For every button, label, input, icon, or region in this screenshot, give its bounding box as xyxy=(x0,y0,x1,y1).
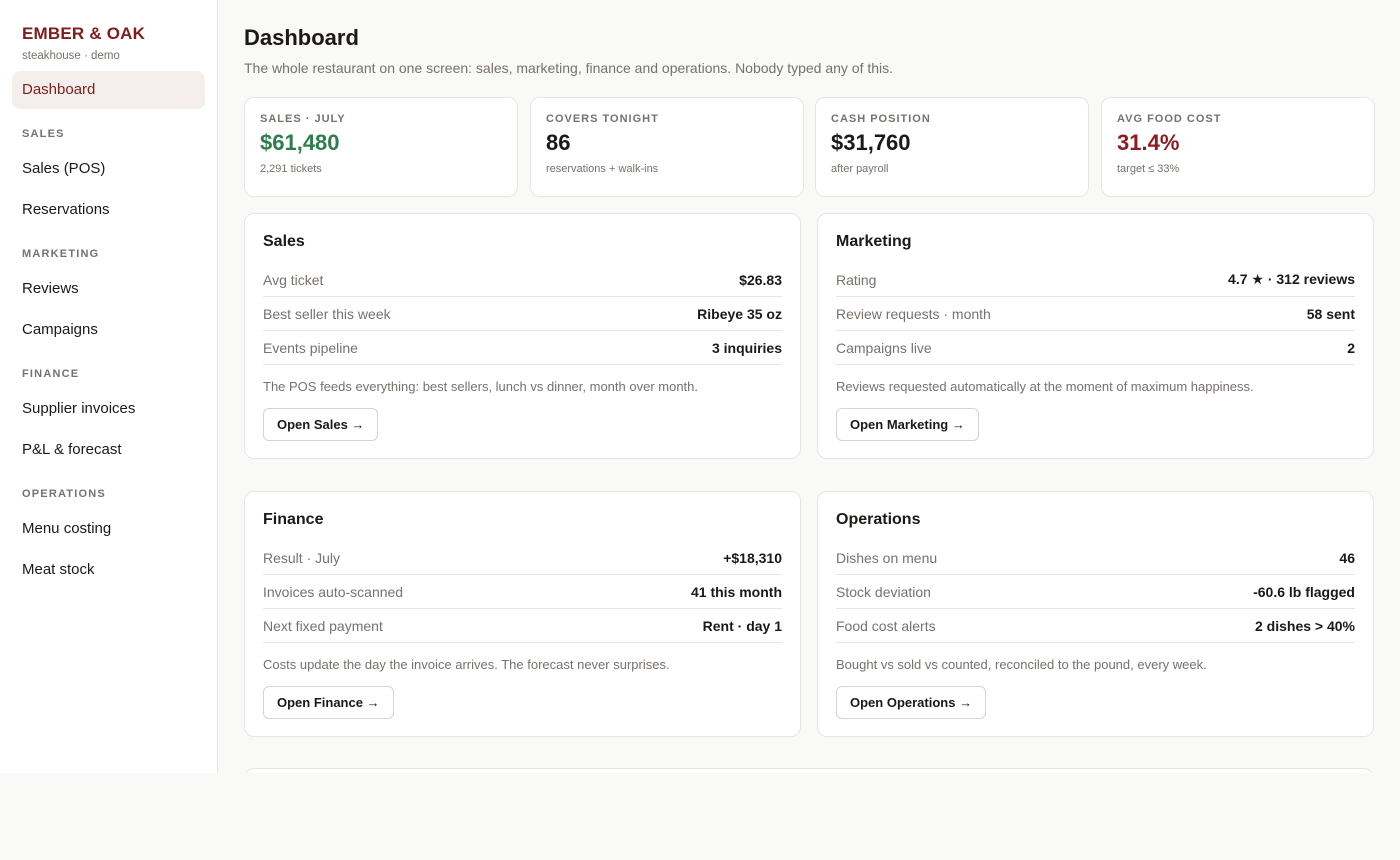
kpi-label: CASH POSITION xyxy=(831,113,931,125)
sidebar-item-campaigns[interactable]: Campaigns xyxy=(12,311,205,349)
sidebar-item-pl-forecast[interactable]: P&L & forecast xyxy=(12,431,205,469)
sidebar-item-supplier-invoices[interactable]: Supplier invoices xyxy=(12,390,205,428)
metric-label: Result · July xyxy=(263,549,341,566)
page-subtitle: The whole restaurant on one screen: sale… xyxy=(244,60,894,76)
metric-value: +$18,310 xyxy=(723,549,782,566)
sidebar-item-reviews[interactable]: Reviews xyxy=(12,270,205,308)
open-sales-button[interactable]: Open Sales → xyxy=(263,408,379,441)
metric-row: Food cost alerts 2 dishes > 40% xyxy=(836,609,1355,643)
app-window: EMBER & OAK steakhouse · demo Dashboard … xyxy=(0,0,1400,773)
metric-row: Best seller this week Ribeye 35 oz xyxy=(263,297,782,331)
kpi-card-cash: CASH POSITION $31,760 after payroll xyxy=(815,97,1089,197)
sidebar-item-sales-pos[interactable]: Sales (POS) xyxy=(12,150,205,188)
metric-value: Rent · day 1 xyxy=(702,617,782,634)
metric-label: Food cost alerts xyxy=(836,617,936,634)
kpi-label: AVG FOOD COST xyxy=(1117,113,1222,125)
panel-note: The POS feeds everything: best sellers, … xyxy=(263,379,698,394)
sidebar-item-meat-stock[interactable]: Meat stock xyxy=(12,551,205,589)
metric-row: Campaigns live 2 xyxy=(836,331,1355,365)
metric-value: Ribeye 35 oz xyxy=(697,305,782,322)
kpi-value: 86 xyxy=(546,130,571,155)
metric-label: Events pipeline xyxy=(263,339,358,356)
sidebar-section-finance: FINANCE xyxy=(22,368,80,380)
metric-value: 41 this month xyxy=(690,583,782,600)
kpi-label: SALES · JULY xyxy=(260,113,346,125)
kpi-subtext: reservations + walk-ins xyxy=(546,163,659,175)
metric-label: Best seller this week xyxy=(263,305,391,322)
open-finance-button[interactable]: Open Finance → xyxy=(263,686,394,719)
metric-row: Stock deviation -60.6 lb flagged xyxy=(836,575,1355,609)
kpi-value: 31.4% xyxy=(1117,130,1180,155)
sidebar: EMBER & OAK steakhouse · demo Dashboard … xyxy=(0,0,218,773)
kpi-subtext: after payroll xyxy=(831,163,889,175)
open-operations-button[interactable]: Open Operations → xyxy=(836,686,987,719)
metric-row: Next fixed payment Rent · day 1 xyxy=(263,609,782,643)
brand-subtitle: steakhouse · demo xyxy=(22,50,120,62)
metric-value: 4.7 ★ · 312 reviews xyxy=(1228,271,1355,287)
metric-value: 46 xyxy=(1339,549,1355,566)
kpi-subtext: 2,291 tickets xyxy=(260,163,322,175)
sidebar-section-operations: OPERATIONS xyxy=(22,488,106,500)
brand: EMBER & OAK steakhouse · demo xyxy=(22,24,145,62)
kpi-label: COVERS TONIGHT xyxy=(546,113,659,125)
next-panel-peek xyxy=(244,768,1374,773)
panel-sales: Sales Avg ticket $26.83 Best seller this… xyxy=(244,213,801,459)
metric-row: Avg ticket $26.83 xyxy=(263,263,782,297)
metric-value: 2 xyxy=(1347,339,1355,356)
metric-value: 3 inquiries xyxy=(711,339,782,356)
open-marketing-button[interactable]: Open Marketing → xyxy=(836,408,979,441)
kpi-card-food-cost: AVG FOOD COST 31.4% target ≤ 33% xyxy=(1101,97,1375,197)
panel-title: Operations xyxy=(836,511,921,528)
metric-label: Review requests · month xyxy=(836,305,991,322)
panel-finance: Finance Result · July +$18,310 Invoices … xyxy=(244,491,801,737)
panel-note: Costs update the day the invoice arrives… xyxy=(263,657,670,672)
metric-label: Avg ticket xyxy=(263,271,324,288)
metric-label: Stock deviation xyxy=(836,583,931,600)
panel-title: Sales xyxy=(263,233,305,250)
panel-note: Reviews requested automatically at the m… xyxy=(836,379,1254,394)
metric-row: Result · July +$18,310 xyxy=(263,541,782,575)
metric-label: Dishes on menu xyxy=(836,549,938,566)
sidebar-item-dashboard[interactable]: Dashboard xyxy=(12,71,205,109)
panel-marketing: Marketing Rating 4.7 ★ · 312 reviews Rev… xyxy=(817,213,1374,459)
kpi-card-sales: SALES · JULY $61,480 2,291 tickets xyxy=(244,97,518,197)
brand-name: EMBER & OAK xyxy=(22,24,146,43)
panel-operations: Operations Dishes on menu 46 Stock devia… xyxy=(817,491,1374,737)
sidebar-section-marketing: MARKETING xyxy=(22,248,100,260)
metric-value: -60.6 lb flagged xyxy=(1253,583,1355,600)
kpi-value: $61,480 xyxy=(260,130,340,155)
panel-title: Finance xyxy=(263,511,324,528)
panel-note: Bought vs sold vs counted, reconciled to… xyxy=(836,657,1207,672)
metric-value: 58 sent xyxy=(1306,305,1355,322)
metric-row: Review requests · month 58 sent xyxy=(836,297,1355,331)
kpi-card-covers: COVERS TONIGHT 86 reservations + walk-in… xyxy=(530,97,804,197)
kpi-subtext: target ≤ 33% xyxy=(1117,163,1180,175)
metric-value: $26.83 xyxy=(739,271,782,288)
page-title: Dashboard xyxy=(244,25,359,50)
panel-title: Marketing xyxy=(836,233,912,250)
sidebar-item-reservations[interactable]: Reservations xyxy=(12,191,205,229)
metric-label: Next fixed payment xyxy=(263,617,383,634)
sidebar-section-sales: SALES xyxy=(22,128,65,140)
metric-row: Dishes on menu 46 xyxy=(836,541,1355,575)
metric-row: Events pipeline 3 inquiries xyxy=(263,331,782,365)
metric-label: Invoices auto-scanned xyxy=(263,583,404,600)
metric-row: Rating 4.7 ★ · 312 reviews xyxy=(836,263,1355,297)
metric-value: 2 dishes > 40% xyxy=(1254,617,1355,634)
metric-row: Invoices auto-scanned 41 this month xyxy=(263,575,782,609)
kpi-value: $31,760 xyxy=(831,130,911,155)
metric-label: Rating xyxy=(836,271,877,288)
metric-label: Campaigns live xyxy=(836,339,932,356)
sidebar-item-menu-costing[interactable]: Menu costing xyxy=(12,510,205,548)
